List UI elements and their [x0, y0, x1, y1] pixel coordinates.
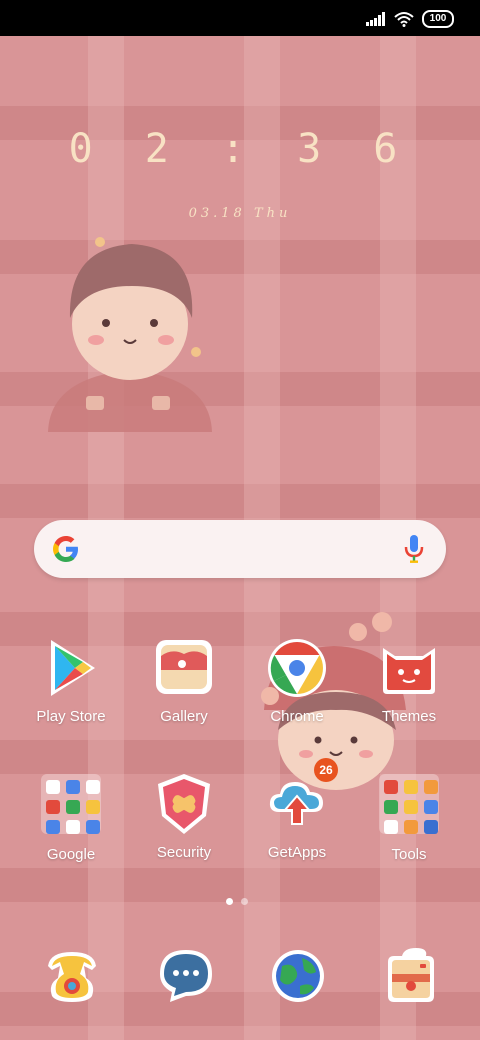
play-store-icon: [39, 636, 103, 700]
app-chrome[interactable]: Chrome: [242, 636, 352, 725]
app-label: Gallery: [160, 708, 208, 725]
security-icon: [152, 772, 216, 836]
phone-icon[interactable]: [44, 948, 100, 1004]
notification-badge: 26: [314, 758, 338, 782]
page-dot-1[interactable]: [226, 898, 233, 905]
app-themes[interactable]: Themes: [354, 636, 464, 725]
battery-icon: 100: [422, 10, 454, 28]
page-indicator: [226, 898, 248, 905]
getapps-icon: [265, 772, 329, 836]
app-label: Themes: [381, 708, 437, 725]
clock-date[interactable]: 03.18 Thu: [0, 206, 480, 221]
tools-folder-icon: [377, 774, 441, 838]
app-gallery[interactable]: Gallery: [129, 636, 239, 725]
browser-icon[interactable]: [270, 948, 326, 1004]
messages-icon[interactable]: [158, 948, 214, 1004]
page-dot-2[interactable]: [241, 898, 248, 905]
themes-icon: [377, 636, 441, 700]
signal-icon: [366, 12, 385, 26]
app-play-store[interactable]: Play Store: [16, 636, 126, 725]
folder-google[interactable]: Google: [16, 772, 126, 863]
app-label: Play Store: [36, 708, 106, 725]
google-g-icon: [53, 536, 78, 562]
app-label: Google: [46, 846, 96, 863]
google-folder-icon: [39, 774, 103, 838]
boy-illustration: [48, 237, 212, 432]
status-bar: 100: [0, 0, 480, 36]
app-label: GetApps: [267, 844, 327, 861]
gallery-icon: [152, 636, 216, 700]
google-search-bar[interactable]: [34, 520, 446, 578]
app-label: Security: [156, 844, 212, 861]
app-getapps[interactable]: GetApps: [242, 772, 352, 861]
chrome-icon: [265, 636, 329, 700]
wifi-icon: [394, 12, 414, 27]
camera-icon[interactable]: [382, 946, 438, 1004]
app-security[interactable]: Security: [129, 772, 239, 861]
folder-tools[interactable]: Tools: [354, 772, 464, 863]
clock-time[interactable]: 0 2 : 3 6: [0, 126, 480, 172]
mic-icon[interactable]: [404, 534, 424, 564]
app-label: Tools: [391, 846, 427, 863]
app-label: Chrome: [270, 708, 324, 725]
